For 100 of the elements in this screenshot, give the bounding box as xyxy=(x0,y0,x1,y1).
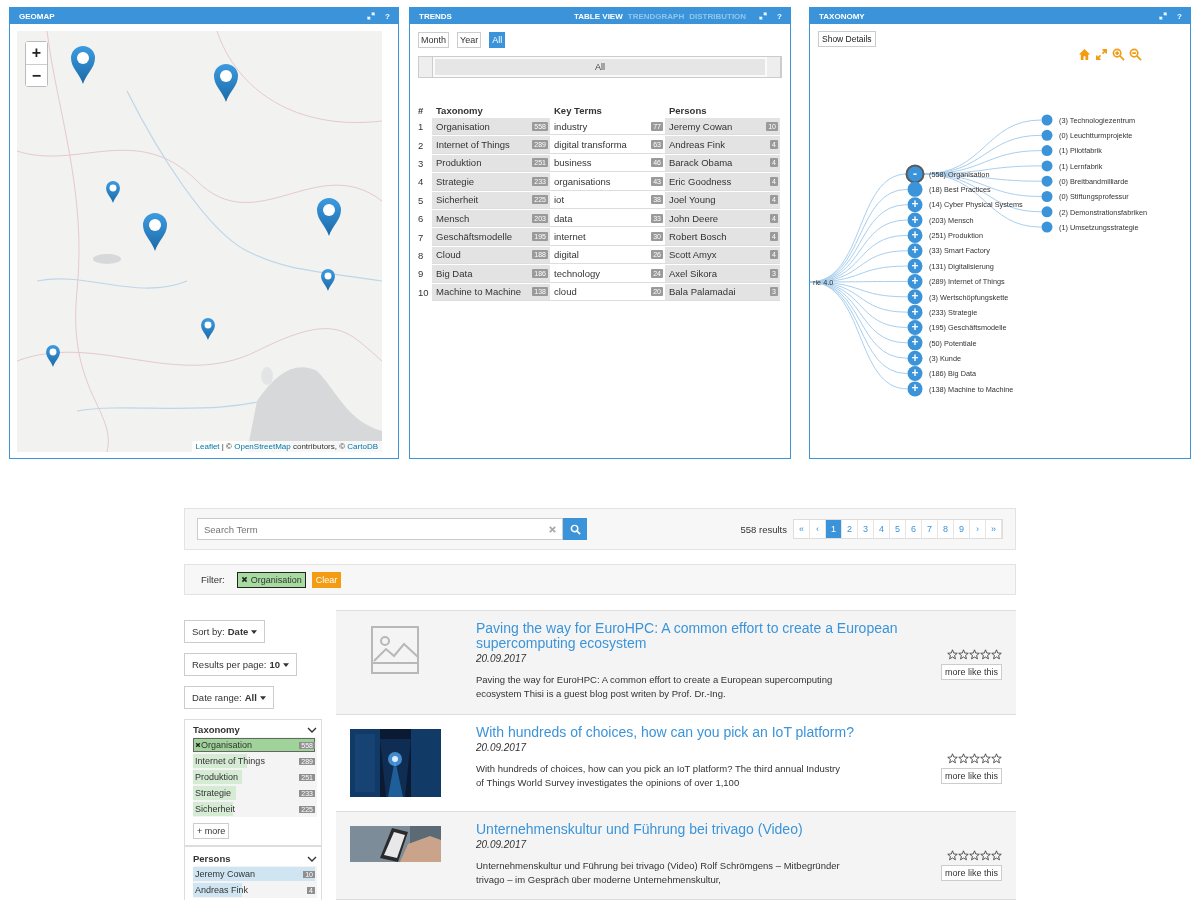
page-button[interactable]: 1 xyxy=(826,520,842,538)
tree-node[interactable]: + xyxy=(907,320,923,335)
expand-icon[interactable] xyxy=(1159,12,1168,20)
star-icon[interactable] xyxy=(980,753,991,764)
star-rating[interactable] xyxy=(947,649,1002,660)
tree-node[interactable]: + xyxy=(907,381,923,397)
tree-node[interactable] xyxy=(1041,145,1053,157)
chevron-icon[interactable] xyxy=(307,855,317,862)
view-tab[interactable]: DISTRIBUTION xyxy=(689,11,747,21)
result-title-link[interactable]: Paving the way for EuroHPC: A common effort to create a European supercomputing ecosystem xyxy=(476,621,922,651)
tree-node[interactable] xyxy=(1041,206,1053,218)
period-button[interactable]: Year xyxy=(457,32,482,48)
view-tab[interactable]: TRENDGRAPH xyxy=(627,11,685,21)
page-button[interactable]: 8 xyxy=(938,520,954,538)
tree-node[interactable] xyxy=(1041,221,1053,233)
tree-node[interactable]: + xyxy=(907,212,923,228)
tree-node[interactable] xyxy=(1041,191,1053,202)
map-pin-icon[interactable] xyxy=(143,213,167,251)
help-button[interactable]: ? xyxy=(1177,11,1182,21)
map-pin-icon[interactable] xyxy=(46,345,60,367)
filter-chip[interactable]: Organisation xyxy=(236,571,306,588)
star-icon[interactable] xyxy=(958,753,969,764)
clear-button[interactable]: Clear xyxy=(311,571,342,588)
facet-label[interactable]: Sicherheit xyxy=(193,804,236,814)
page-button[interactable]: 7 xyxy=(922,520,938,538)
attribution-link[interactable]: OpenStreetMap xyxy=(234,442,291,451)
tree-node[interactable] xyxy=(1041,129,1053,141)
page-button[interactable]: » xyxy=(986,520,1002,538)
facet-label[interactable]: Organisation xyxy=(193,740,253,750)
more-like-this-button[interactable]: more like this xyxy=(941,768,1002,784)
star-rating[interactable] xyxy=(947,850,1002,861)
tree-node[interactable] xyxy=(1041,160,1053,172)
facet-label[interactable]: Internet of Things xyxy=(193,756,265,766)
star-icon[interactable] xyxy=(991,649,1002,660)
tree-node[interactable]: + xyxy=(907,366,923,382)
map-pin-icon[interactable] xyxy=(317,198,341,236)
map-pin-icon[interactable] xyxy=(321,269,335,291)
tree-node[interactable] xyxy=(1041,114,1053,126)
result-title-link[interactable]: Unternehmenskultur und Führung bei trivago (Video) xyxy=(476,822,922,837)
chevron-icon[interactable] xyxy=(307,726,317,733)
tree-node[interactable]: + xyxy=(907,243,923,259)
help-button[interactable]: ? xyxy=(385,11,390,21)
star-icon[interactable] xyxy=(947,649,958,660)
map-pin-icon[interactable] xyxy=(71,46,95,84)
star-icon[interactable] xyxy=(980,850,991,861)
expand-icon[interactable] xyxy=(759,12,768,20)
page-button[interactable]: 5 xyxy=(890,520,906,538)
star-icon[interactable] xyxy=(947,753,958,764)
search-button[interactable] xyxy=(563,518,587,540)
facet-label[interactable]: Jeremy Cowan xyxy=(193,869,256,879)
map-pin-icon[interactable] xyxy=(106,181,120,203)
tree-node[interactable]: + xyxy=(907,273,923,289)
star-icon[interactable] xyxy=(958,850,969,861)
dropdown-button[interactable]: Date range: All xyxy=(184,686,274,709)
tree-node[interactable]: + xyxy=(907,304,923,320)
page-button[interactable]: › xyxy=(970,520,986,538)
period-button[interactable]: All xyxy=(489,32,506,48)
star-icon[interactable] xyxy=(980,649,991,660)
star-icon[interactable] xyxy=(969,753,980,764)
tree-node[interactable]: + xyxy=(907,289,923,305)
dropdown-button[interactable]: Sort by: Date xyxy=(184,620,266,643)
more-button[interactable]: + more xyxy=(193,823,230,839)
star-icon[interactable] xyxy=(958,649,969,660)
tree-node[interactable]: - xyxy=(905,164,925,184)
facet-label[interactable]: Produktion xyxy=(193,772,239,782)
page-button[interactable]: 4 xyxy=(874,520,890,538)
attribution-link[interactable]: Leaflet xyxy=(195,442,220,451)
search-field[interactable]: Search Term xyxy=(197,518,563,540)
page-button[interactable]: ‹ xyxy=(810,520,826,538)
map-pin-icon[interactable] xyxy=(201,318,215,340)
zoom-out-button[interactable]: − xyxy=(26,64,47,86)
facet-label[interactable]: Andreas Fink xyxy=(193,885,249,895)
tree-node[interactable]: + xyxy=(907,258,923,274)
show-details-button[interactable]: Show Details xyxy=(818,31,876,47)
facet-label[interactable]: Strategie xyxy=(193,788,232,798)
tree-node[interactable]: + xyxy=(907,197,923,213)
period-button[interactable]: Month xyxy=(418,32,449,48)
result-title-link[interactable]: With hundreds of choices, how can you pick an IoT platform? xyxy=(476,725,922,740)
range-track[interactable]: All xyxy=(433,57,767,77)
more-like-this-button[interactable]: more like this xyxy=(941,664,1002,680)
help-button[interactable]: ? xyxy=(777,11,782,21)
star-icon[interactable] xyxy=(991,850,1002,861)
page-button[interactable]: « xyxy=(794,520,810,538)
tree-node[interactable]: + xyxy=(907,227,923,243)
page-button[interactable]: 2 xyxy=(842,520,858,538)
tree-node[interactable] xyxy=(907,181,923,197)
dropdown-button[interactable]: Results per page: 10 xyxy=(184,653,298,676)
star-icon[interactable] xyxy=(947,850,958,861)
expand-icon[interactable] xyxy=(367,12,376,20)
tree-node[interactable]: + xyxy=(907,335,923,351)
page-button[interactable]: 9 xyxy=(954,520,970,538)
map-pin-icon[interactable] xyxy=(214,64,238,102)
star-icon[interactable] xyxy=(969,649,980,660)
star-icon[interactable] xyxy=(991,753,1002,764)
star-icon[interactable] xyxy=(969,850,980,861)
more-like-this-button[interactable]: more like this xyxy=(941,865,1002,881)
page-button[interactable]: 6 xyxy=(906,520,922,538)
tree-node[interactable]: + xyxy=(907,350,923,366)
attribution-link[interactable]: CartoDB xyxy=(347,442,378,451)
page-button[interactable]: 3 xyxy=(858,520,874,538)
